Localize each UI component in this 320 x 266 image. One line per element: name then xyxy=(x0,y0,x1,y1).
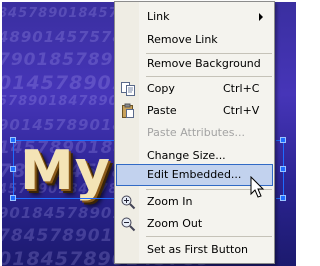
menu-item-set-as-first-button[interactable]: Set as First Button xyxy=(116,239,273,261)
banner-text: My xyxy=(20,139,111,202)
zoom-in-icon xyxy=(121,195,136,210)
menu-item-label: Paste Attributes... xyxy=(147,126,245,139)
mouse-pointer-icon xyxy=(250,176,265,198)
menu-item-label: Edit Embedded... xyxy=(147,168,242,181)
menu-item-label: Remove Background xyxy=(147,57,261,70)
menu-item-shortcut: Ctrl+C xyxy=(223,82,260,95)
selection-edge-bottom xyxy=(13,198,116,199)
menu-item-label: Zoom Out xyxy=(147,217,203,230)
paste-icon xyxy=(122,103,134,118)
menu-item-label: Set as First Button xyxy=(147,243,249,256)
menu-item-copy[interactable]: Copy Ctrl+C xyxy=(116,78,273,100)
menu-item-paste-attributes[interactable]: Paste Attributes... xyxy=(116,122,273,144)
menu-item-label: Zoom In xyxy=(147,195,193,208)
resize-handle-top-right[interactable] xyxy=(280,137,286,143)
menu-item-link[interactable]: Link xyxy=(116,6,273,28)
menu-item-zoom-out[interactable]: Zoom Out xyxy=(116,213,273,235)
resize-handle-top-left[interactable] xyxy=(10,137,16,143)
menu-separator xyxy=(146,236,272,237)
menu-separator xyxy=(146,76,272,77)
resize-handle-bottom-right[interactable] xyxy=(280,195,286,201)
resize-handle-right[interactable] xyxy=(280,166,286,172)
menu-item-label: Copy xyxy=(147,82,175,95)
menu-item-label: Paste xyxy=(147,104,177,117)
resize-handle-left[interactable] xyxy=(10,166,16,172)
menu-item-paste[interactable]: Paste Ctrl+V xyxy=(116,100,273,122)
submenu-arrow-icon xyxy=(259,13,263,21)
selection-edge-top xyxy=(13,140,116,141)
menu-item-label: Link xyxy=(147,10,170,23)
context-menu: Link Remove Link Remove Background Copy … xyxy=(114,1,275,264)
document-canvas[interactable]: 845789018457890 489014575789014 7901857890… xyxy=(0,0,298,266)
menu-item-label: Remove Link xyxy=(147,33,218,46)
menu-item-remove-link[interactable]: Remove Link xyxy=(116,29,273,51)
resize-handle-bottom-left[interactable] xyxy=(10,195,16,201)
menu-item-remove-background[interactable]: Remove Background xyxy=(116,53,273,75)
menu-item-shortcut: Ctrl+V xyxy=(223,104,260,117)
menu-item-label: Change Size... xyxy=(147,149,226,162)
copy-icon xyxy=(121,82,135,96)
zoom-out-icon xyxy=(121,217,136,232)
